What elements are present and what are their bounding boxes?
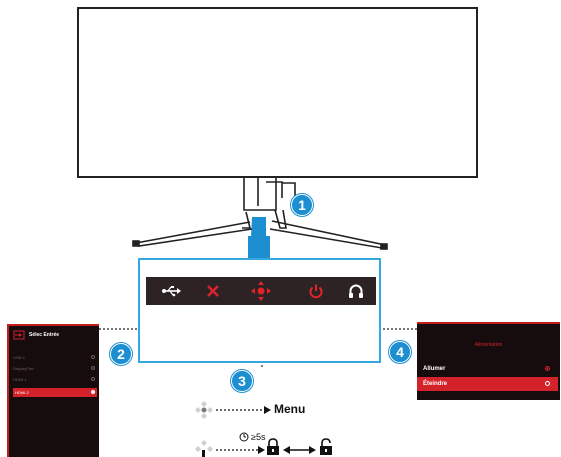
callout-badge-4: 4	[389, 341, 411, 363]
close-icon	[207, 285, 219, 297]
usb-icon	[162, 286, 181, 297]
lock-closed-icon	[267, 438, 279, 455]
osd-input-title: Sélec Entrée	[29, 332, 60, 338]
joystick-key[interactable]	[241, 277, 281, 305]
osd-power-item-on[interactable]: Allumer	[417, 362, 558, 376]
radio-selected-icon	[545, 366, 550, 371]
osd-input-label: DisplayPort	[13, 366, 34, 371]
menu-label: Menu	[274, 402, 306, 416]
osd-input-label: HDMI-2	[15, 390, 29, 395]
close-key[interactable]	[193, 277, 233, 305]
osd-power-label: Éteindre	[423, 381, 448, 387]
headphone-icon	[349, 284, 363, 298]
hold-duration-label: ≥5s	[251, 432, 266, 442]
osd-input-item-displayport[interactable]: DisplayPort	[13, 364, 97, 373]
control-key-bar	[146, 277, 376, 305]
button-closeup-panel	[138, 258, 381, 363]
input-source-icon	[13, 330, 25, 340]
toggle-arrow-icon	[283, 446, 316, 454]
timer-icon	[239, 432, 249, 442]
navigation-joystick-icon	[251, 281, 271, 301]
usb-key[interactable]	[151, 277, 191, 305]
radio-selected-icon	[91, 390, 95, 394]
radio-icon	[91, 377, 95, 381]
osd-power-label: Allumer	[423, 366, 446, 372]
headphone-key[interactable]	[336, 277, 376, 305]
radio-icon	[91, 355, 95, 359]
callout-badge-3: 3	[231, 370, 253, 392]
osd-input-item-hdmi2[interactable]: HDMI-2	[13, 388, 97, 397]
osd-input-header: Sélec Entrée	[9, 326, 99, 344]
lock-open-icon	[320, 438, 332, 455]
highlight-base	[248, 236, 270, 258]
lock-arrow-head	[258, 446, 265, 454]
osd-power-menu: Alimentation Allumer Éteindre	[417, 322, 560, 400]
osd-power-title: Alimentation	[474, 342, 503, 348]
radio-icon	[545, 381, 550, 386]
osd-input-label: HDMI-1	[13, 377, 27, 382]
osd-input-item-hdmi1[interactable]: HDMI-1	[13, 375, 97, 384]
monitor-stand	[242, 178, 296, 229]
power-key[interactable]	[296, 277, 336, 305]
callout-badge-1: 1	[291, 194, 313, 216]
osd-input-menu: Sélec Entrée USB-C DisplayPort HDMI-1 HD…	[7, 324, 99, 457]
joystick-down-bar	[202, 450, 205, 457]
callout-badge-2: 2	[110, 343, 132, 365]
osd-input-label: USB-C	[13, 355, 26, 360]
radio-icon	[91, 366, 95, 370]
osd-power-item-off[interactable]: Éteindre	[417, 377, 558, 391]
menu-arrow-head	[264, 406, 271, 414]
joystick-press-dot	[201, 407, 207, 413]
osd-input-item-usbc[interactable]: USB-C	[13, 353, 97, 362]
power-icon	[309, 284, 323, 299]
